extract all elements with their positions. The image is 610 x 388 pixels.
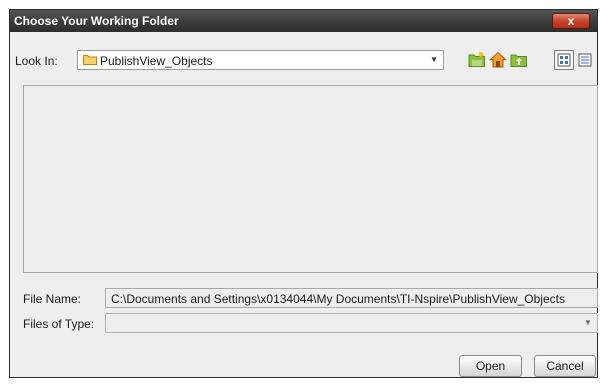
details-view-button[interactable] xyxy=(575,50,595,70)
dialog-window: Choose Your Working Folder x Look In: Pu… xyxy=(9,9,598,378)
chevron-down-icon: ▼ xyxy=(584,318,592,327)
file-name-field[interactable]: C:\Documents and Settings\x0134044\My Do… xyxy=(105,288,598,308)
chevron-down-icon: ▼ xyxy=(430,55,438,64)
look-in-label: Look In: xyxy=(15,54,58,68)
look-in-value: PublishView_Objects xyxy=(100,54,213,68)
file-list-pane[interactable] xyxy=(23,85,598,273)
close-icon: x xyxy=(567,14,575,28)
folder-icon xyxy=(83,55,97,65)
title-bar[interactable]: Choose Your Working Folder x xyxy=(10,10,597,32)
new-folder-icon[interactable] xyxy=(468,51,486,69)
open-button[interactable]: Open xyxy=(459,355,522,377)
up-folder-icon[interactable] xyxy=(510,51,528,69)
files-of-type-dropdown[interactable]: ▼ xyxy=(105,313,598,333)
close-button[interactable]: x xyxy=(552,13,590,29)
files-of-type-label: Files of Type: xyxy=(23,317,95,331)
details-view-icon xyxy=(578,53,592,67)
file-name-label: File Name: xyxy=(23,292,82,306)
list-view-button[interactable] xyxy=(554,50,574,70)
look-in-dropdown[interactable]: PublishView_Objects ▼ xyxy=(77,50,444,70)
dialog-title: Choose Your Working Folder xyxy=(14,14,179,28)
home-icon[interactable] xyxy=(489,51,507,69)
cancel-button[interactable]: Cancel xyxy=(534,355,596,377)
list-view-icon xyxy=(557,53,571,67)
